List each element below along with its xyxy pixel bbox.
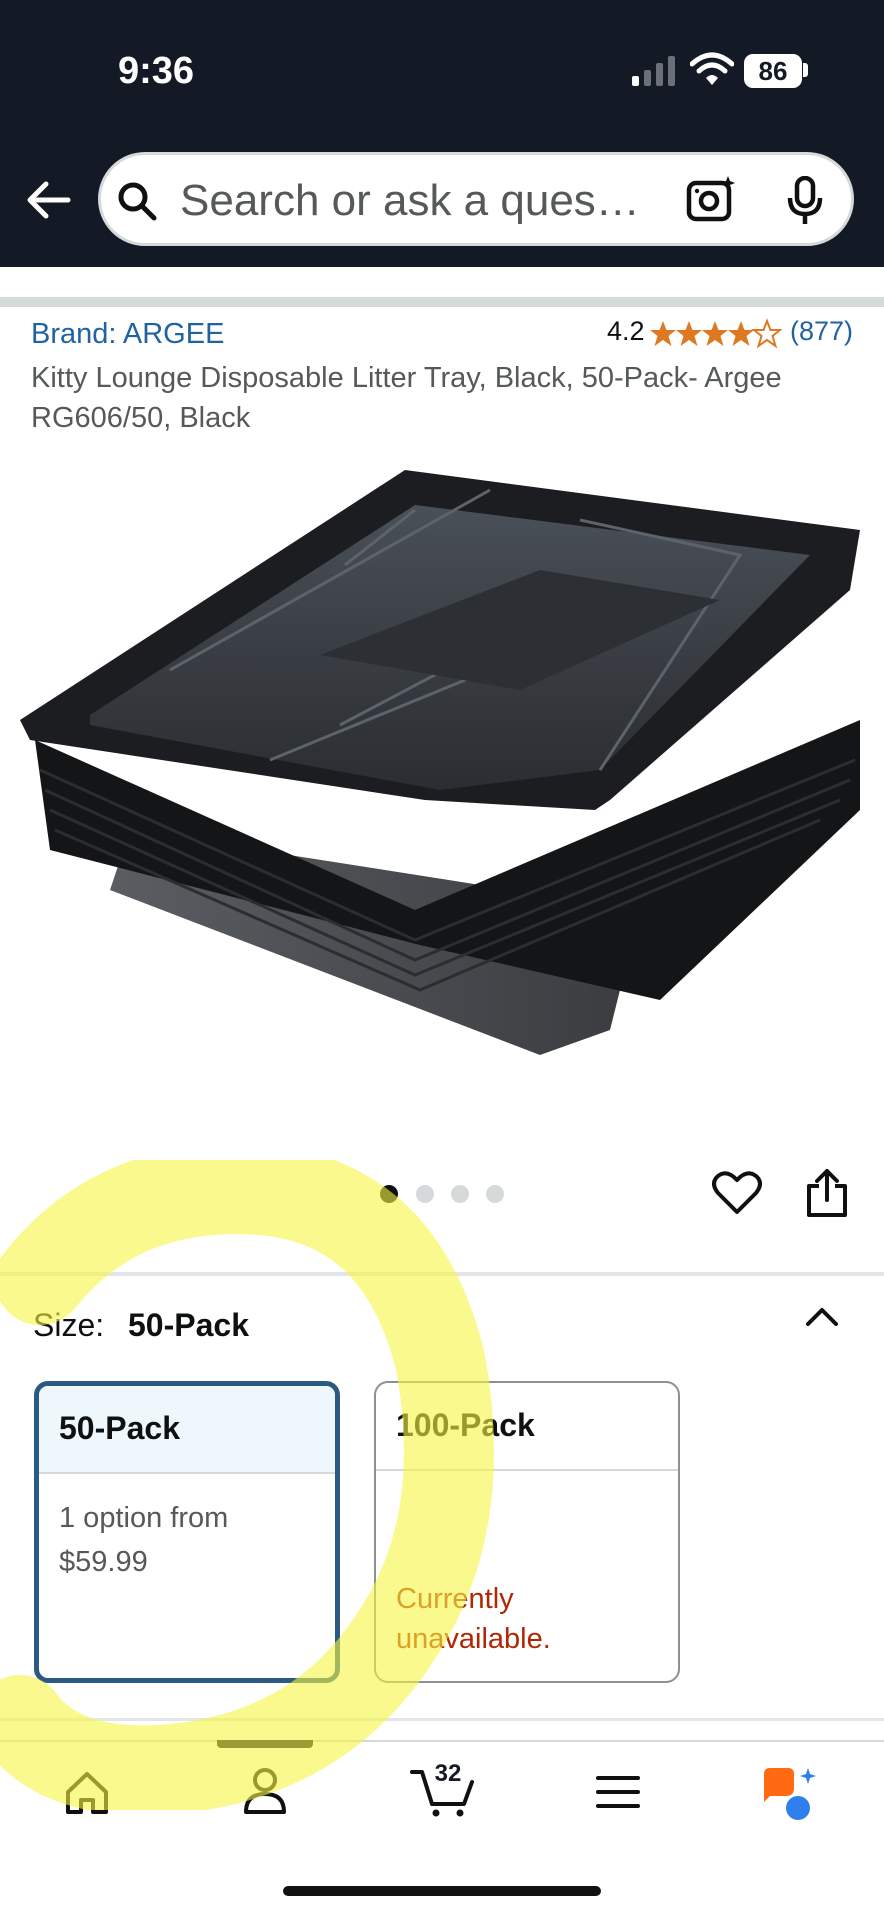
size-option-header: 50-Pack bbox=[39, 1386, 335, 1474]
menu-icon[interactable] bbox=[596, 1774, 640, 1810]
section-divider bbox=[0, 1272, 884, 1276]
carousel-dot[interactable] bbox=[486, 1185, 504, 1203]
heart-icon[interactable] bbox=[712, 1170, 762, 1216]
account-icon[interactable] bbox=[242, 1766, 288, 1816]
active-tab-indicator bbox=[217, 1740, 313, 1748]
carousel-dot[interactable] bbox=[416, 1185, 434, 1203]
carousel-dot[interactable] bbox=[451, 1185, 469, 1203]
scrolled-content-strip bbox=[0, 267, 884, 297]
chevron-up-icon[interactable] bbox=[802, 1302, 842, 1332]
star-rating-icon[interactable] bbox=[650, 318, 782, 348]
size-option-unavailable: Currently unavailable. bbox=[396, 1583, 551, 1655]
cart-count-badge: 32 bbox=[434, 1760, 462, 1787]
rating-value: 4.2 bbox=[607, 316, 645, 346]
size-selected-value: 50-Pack bbox=[128, 1307, 249, 1343]
battery-tip bbox=[803, 63, 808, 77]
size-option-name: 100-Pack bbox=[396, 1407, 535, 1443]
rufus-assistant-icon[interactable] bbox=[760, 1766, 820, 1822]
home-icon[interactable] bbox=[64, 1770, 110, 1816]
image-carousel-dots[interactable] bbox=[380, 1185, 510, 1205]
review-count-link[interactable]: (877) bbox=[790, 316, 853, 347]
wifi-icon bbox=[690, 52, 734, 85]
product-title: Kitty Lounge Disposable Litter Tray, Bla… bbox=[31, 362, 782, 434]
size-option-price: $59.99 bbox=[59, 1546, 148, 1578]
home-indicator bbox=[283, 1886, 601, 1896]
brand-link[interactable]: Brand: ARGEE bbox=[31, 318, 224, 351]
size-option-50-pack[interactable]: 50-Pack 1 option from $59.99 bbox=[34, 1381, 340, 1683]
section-divider bbox=[0, 1718, 884, 1721]
size-option-100-pack[interactable]: 100-Pack Currently unavailable. bbox=[374, 1381, 680, 1683]
product-image[interactable] bbox=[20, 470, 860, 1070]
size-option-header: 100-Pack bbox=[376, 1383, 678, 1471]
size-option-availability: 1 option from bbox=[59, 1502, 229, 1534]
section-divider bbox=[0, 297, 884, 307]
size-label: Size: bbox=[33, 1307, 105, 1343]
battery-level: 86 bbox=[744, 54, 802, 88]
share-icon[interactable] bbox=[805, 1168, 849, 1218]
search-input[interactable] bbox=[178, 172, 662, 230]
back-arrow-icon[interactable] bbox=[24, 176, 72, 224]
carousel-dot-active[interactable] bbox=[380, 1185, 398, 1203]
size-option-name: 50-Pack bbox=[59, 1410, 180, 1446]
search-icon bbox=[118, 182, 157, 221]
microphone-icon[interactable] bbox=[786, 176, 824, 226]
status-time: 9:36 bbox=[118, 50, 195, 92]
cellular-signal-icon bbox=[632, 56, 675, 86]
camera-search-icon[interactable] bbox=[686, 174, 736, 224]
